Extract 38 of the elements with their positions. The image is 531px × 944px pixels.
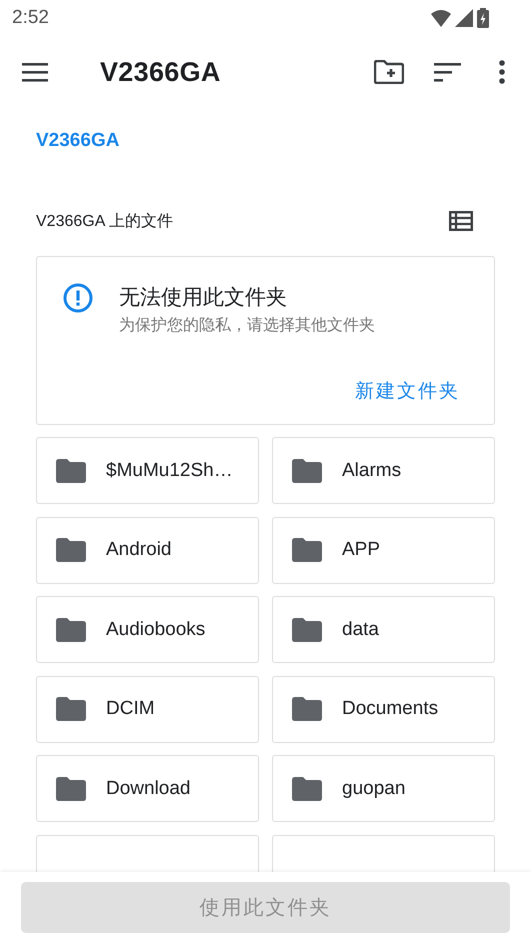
section-title: V2366GA 上的文件 — [36, 212, 173, 232]
folder-icon — [56, 697, 86, 721]
folder-icon — [56, 776, 86, 800]
folder-tile[interactable]: $MuMu12Sh… — [36, 437, 259, 504]
folder-icon — [56, 458, 86, 482]
notice-message: 为保护您的隐私，请选择其他文件夹 — [119, 316, 375, 336]
menu-button[interactable] — [22, 62, 48, 82]
breadcrumb-link[interactable]: V2366GA — [36, 130, 120, 152]
screen-title: V2366GA — [100, 56, 222, 88]
signal-icon — [455, 9, 473, 27]
folder-icon — [292, 697, 322, 721]
folder-tile[interactable]: DCIM — [36, 676, 259, 742]
folder-icon — [292, 538, 322, 562]
list-view-icon — [449, 211, 473, 231]
folder-tile[interactable]: guopan — [272, 755, 495, 822]
menu-icon — [22, 62, 48, 82]
folder-tile[interactable]: Android — [36, 516, 259, 584]
folder-icon — [56, 538, 86, 562]
folder-tile[interactable]: Audiobooks — [36, 596, 259, 663]
list-view-button[interactable] — [449, 211, 473, 231]
new-folder-link[interactable]: 新建文件夹 — [355, 378, 460, 404]
status-time: 2:52 — [12, 7, 49, 29]
alert-icon — [63, 283, 93, 313]
folder-tile[interactable]: Alarms — [272, 437, 495, 504]
folder-tile[interactable]: APP — [272, 516, 495, 584]
folder-icon — [292, 618, 322, 642]
notice-title: 无法使用此文件夹 — [119, 285, 288, 311]
folder-icon — [292, 776, 322, 800]
folder-tile[interactable]: Documents — [272, 676, 495, 742]
sort-icon — [434, 62, 461, 82]
folder-tile[interactable]: Download — [36, 755, 259, 822]
folder-icon — [56, 618, 86, 642]
battery-charging-icon — [477, 8, 489, 28]
more-icon — [499, 60, 505, 84]
folder-plus-icon — [374, 60, 404, 84]
folder-tile[interactable]: data — [272, 596, 495, 663]
wifi-icon — [431, 9, 451, 27]
folder-icon — [292, 458, 322, 482]
